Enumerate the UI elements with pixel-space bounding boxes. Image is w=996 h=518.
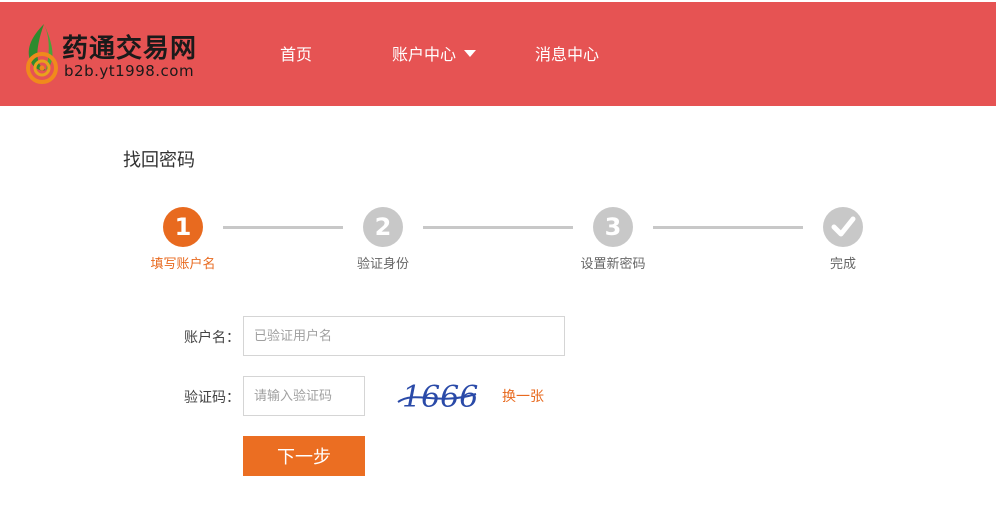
nav-message-center[interactable]: 消息中心 [535, 42, 599, 68]
step-4-label: 完成 [829, 257, 856, 272]
leaf-logo-icon [26, 24, 58, 84]
nav-account-center[interactable]: 账户中心 [392, 42, 477, 68]
caret-down-icon [464, 50, 477, 57]
step-1-circle: 1 [163, 207, 203, 247]
step-connector [423, 226, 573, 229]
account-label: 账户名： [184, 330, 240, 346]
nav-home[interactable]: 首页 [280, 42, 312, 68]
step-1-label: 填写账户名 [150, 257, 216, 272]
check-icon [831, 216, 856, 237]
step-connector [653, 226, 803, 229]
logo-domain: b2b.yt1998.com [64, 62, 195, 80]
captcha-input[interactable] [243, 376, 365, 416]
next-step-button[interactable]: 下一步 [243, 436, 365, 476]
step-2-label: 验证身份 [356, 257, 409, 272]
step-4-circle [823, 207, 863, 247]
captcha-label: 验证码： [184, 390, 240, 406]
step-connector [223, 226, 343, 229]
captcha-image[interactable]: 1666 [396, 376, 480, 416]
logo-title: 药通交易网 [62, 34, 198, 64]
nav-account-label: 账户中心 [392, 45, 457, 64]
step-3-label: 设置新密码 [580, 257, 646, 272]
step-2-circle: 2 [363, 207, 403, 247]
step-3-circle: 3 [593, 207, 633, 247]
page-title: 找回密码 [123, 150, 195, 171]
top-header: 药通交易网 b2b.yt1998.com 首页 账户中心 消息中心 [0, 2, 996, 106]
refresh-captcha-link[interactable]: 换一张 [502, 386, 544, 406]
account-input[interactable] [243, 316, 565, 356]
site-logo[interactable]: 药通交易网 b2b.yt1998.com [20, 22, 210, 86]
